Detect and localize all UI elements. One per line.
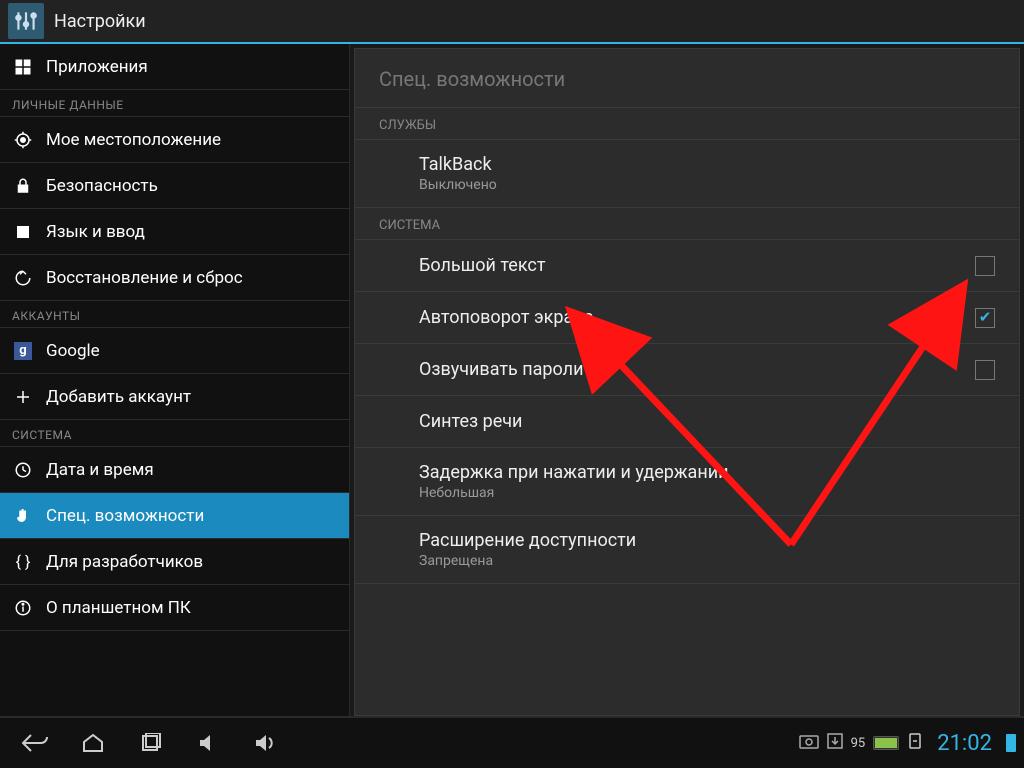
clock-icon xyxy=(12,459,34,481)
checkbox[interactable] xyxy=(975,308,995,328)
setting-subtitle: Выключено xyxy=(419,177,995,193)
sidebar-item-label: Дата и время xyxy=(46,460,154,480)
sidebar-item-добавить-аккаунт[interactable]: Добавить аккаунт xyxy=(0,374,349,420)
sidebar-item-label: Мое местоположение xyxy=(46,130,221,150)
setting-subtitle: Небольшая xyxy=(419,485,995,501)
lock-icon xyxy=(12,175,34,197)
language-icon: A xyxy=(12,221,34,243)
battery-indicator-icon: 95 xyxy=(873,736,899,750)
camera-status-icon xyxy=(799,733,819,753)
checkbox[interactable] xyxy=(975,360,995,380)
sidebar-item-label: О планшетном ПК xyxy=(46,598,191,618)
clock-text: 21:02 xyxy=(937,731,992,756)
sidebar-item-google[interactable]: g Google xyxy=(0,328,349,374)
sidebar-item-label: Google xyxy=(46,341,100,361)
sidebar-item-язык-и-ввод[interactable]: A Язык и ввод xyxy=(0,209,349,255)
sidebar-item-label: Восстановление и сброс xyxy=(46,268,243,288)
sidebar-item-спец-возможности[interactable]: Спец. возможности xyxy=(0,493,349,539)
home-button[interactable] xyxy=(66,723,120,763)
title-bar: Настройки xyxy=(0,0,1024,44)
setting-row-расширение-доступности[interactable]: Расширение доступности Запрещена xyxy=(355,516,1019,584)
setting-row-задержка-при-нажатии-и-удержании[interactable]: Задержка при нажатии и удержании Небольша… xyxy=(355,448,1019,516)
sidebar-section-header: ЛИЧНЫЕ ДАННЫЕ xyxy=(0,90,349,117)
volume-down-button[interactable] xyxy=(182,723,236,763)
braces-icon: { } xyxy=(12,551,34,573)
content-title: Спец. возможности xyxy=(355,49,1019,108)
download-status-icon xyxy=(827,733,843,753)
back-button[interactable] xyxy=(8,723,62,763)
sidebar-item-label: Приложения xyxy=(46,57,148,77)
hand-icon xyxy=(12,505,34,527)
apps-icon xyxy=(12,56,34,78)
sidebar-item-label: Безопасность xyxy=(46,176,158,196)
setting-row-озвучивать-пароли[interactable]: Озвучивать пароли xyxy=(355,344,1019,396)
setting-row-talkback[interactable]: TalkBack Выключено xyxy=(355,140,1019,208)
sidebar-item-label: Спец. возможности xyxy=(46,506,204,526)
info-icon xyxy=(12,597,34,619)
content-pane: Спец. возможности СЛУЖБЫ TalkBack Выключен… xyxy=(354,48,1020,716)
backup-icon xyxy=(12,267,34,289)
content-section-header: СИСТЕМА xyxy=(355,208,1019,240)
sidebar-item-label: Для разработчиков xyxy=(46,552,203,572)
battery-percent-text: 95 xyxy=(851,736,866,751)
app-title: Настройки xyxy=(54,11,146,32)
location-icon xyxy=(12,129,34,151)
recents-button[interactable] xyxy=(124,723,178,763)
setting-title: Большой текст xyxy=(419,255,975,276)
setting-title: Задержка при нажатии и удержании xyxy=(419,462,995,483)
status-tray[interactable]: 95 95 21:02 xyxy=(799,731,1016,756)
sidebar-item-для-разработчиков[interactable]: { } Для разработчиков xyxy=(0,539,349,585)
sidebar-item-дата-и-время[interactable]: Дата и время xyxy=(0,447,349,493)
content-section-header: СЛУЖБЫ xyxy=(355,108,1019,140)
setting-subtitle: Запрещена xyxy=(419,553,995,569)
sidebar-item-восстановление-и-сброс[interactable]: Восстановление и сброс xyxy=(0,255,349,301)
system-navbar: 95 95 21:02 xyxy=(0,716,1024,768)
orientation-lock-icon xyxy=(907,733,923,753)
sidebar-item-мое-местоположение[interactable]: Мое местоположение xyxy=(0,117,349,163)
setting-title: Синтез речи xyxy=(419,411,995,432)
setting-row-автоповорот-экрана[interactable]: Автоповорот экрана xyxy=(355,292,1019,344)
volume-up-button[interactable] xyxy=(240,723,294,763)
google-icon: g xyxy=(12,340,34,362)
setting-title: TalkBack xyxy=(419,154,995,175)
setting-title: Автоповорот экрана xyxy=(419,307,975,328)
svg-text:A: A xyxy=(20,227,26,237)
sidebar-section-header: АККАУНТЫ xyxy=(0,301,349,328)
setting-title: Озвучивать пароли xyxy=(419,359,975,380)
sidebar-item-безопасность[interactable]: Безопасность xyxy=(0,163,349,209)
settings-app-icon xyxy=(8,3,44,39)
checkbox[interactable] xyxy=(975,256,995,276)
setting-row-синтез-речи[interactable]: Синтез речи xyxy=(355,396,1019,448)
sidebar-item-label: Язык и ввод xyxy=(46,222,145,242)
sidebar-section-header: СИСТЕМА xyxy=(0,420,349,447)
battery-icon xyxy=(1006,734,1016,752)
setting-title: Расширение доступности xyxy=(419,530,995,551)
plus-icon xyxy=(12,386,34,408)
sidebar-item-о-планшетном-пк[interactable]: О планшетном ПК xyxy=(0,585,349,631)
sidebar-item-label: Добавить аккаунт xyxy=(46,387,191,407)
setting-row-большой-текст[interactable]: Большой текст xyxy=(355,240,1019,292)
sidebar-item-приложения[interactable]: Приложения xyxy=(0,44,349,90)
settings-sidebar[interactable]: Приложения ЛИЧНЫЕ ДАННЫЕ Мое местоположени… xyxy=(0,44,350,716)
